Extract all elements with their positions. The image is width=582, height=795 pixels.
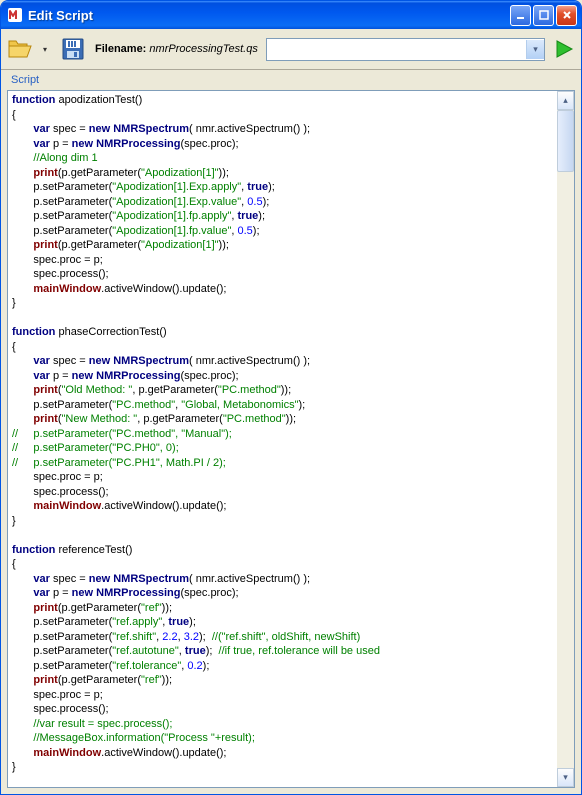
close-button[interactable] <box>556 5 577 26</box>
open-file-button[interactable] <box>7 35 35 63</box>
minimize-button[interactable] <box>510 5 531 26</box>
window-frame: Edit Script ▾ <box>0 0 582 795</box>
vertical-scrollbar[interactable]: ▴ ▾ <box>557 91 574 787</box>
run-button[interactable] <box>553 38 575 60</box>
filename-value: nmrProcessingTest.qs <box>149 43 257 55</box>
script-selector-combo[interactable]: ▾ <box>266 38 545 61</box>
app-icon <box>7 7 23 23</box>
scroll-thumb[interactable] <box>557 110 574 172</box>
save-button[interactable] <box>59 35 87 63</box>
script-section-label: Script <box>1 70 581 88</box>
editor-panel: function apodizationTest() { var spec = … <box>7 90 575 788</box>
scroll-up-button[interactable]: ▴ <box>557 91 574 110</box>
maximize-button[interactable] <box>533 5 554 26</box>
scroll-track[interactable] <box>557 172 574 768</box>
window-title: Edit Script <box>28 8 510 23</box>
scroll-down-button[interactable]: ▾ <box>557 768 574 787</box>
combo-dropdown-button[interactable]: ▾ <box>526 40 544 59</box>
code-editor[interactable]: function apodizationTest() { var spec = … <box>8 91 557 787</box>
filename-label: Filename: nmrProcessingTest.qs <box>95 43 258 55</box>
open-dropdown-arrow[interactable]: ▾ <box>43 45 51 54</box>
titlebar[interactable]: Edit Script <box>1 1 581 29</box>
toolbar: ▾ Filename: nmrProcessingTest.qs ▾ <box>1 29 581 70</box>
